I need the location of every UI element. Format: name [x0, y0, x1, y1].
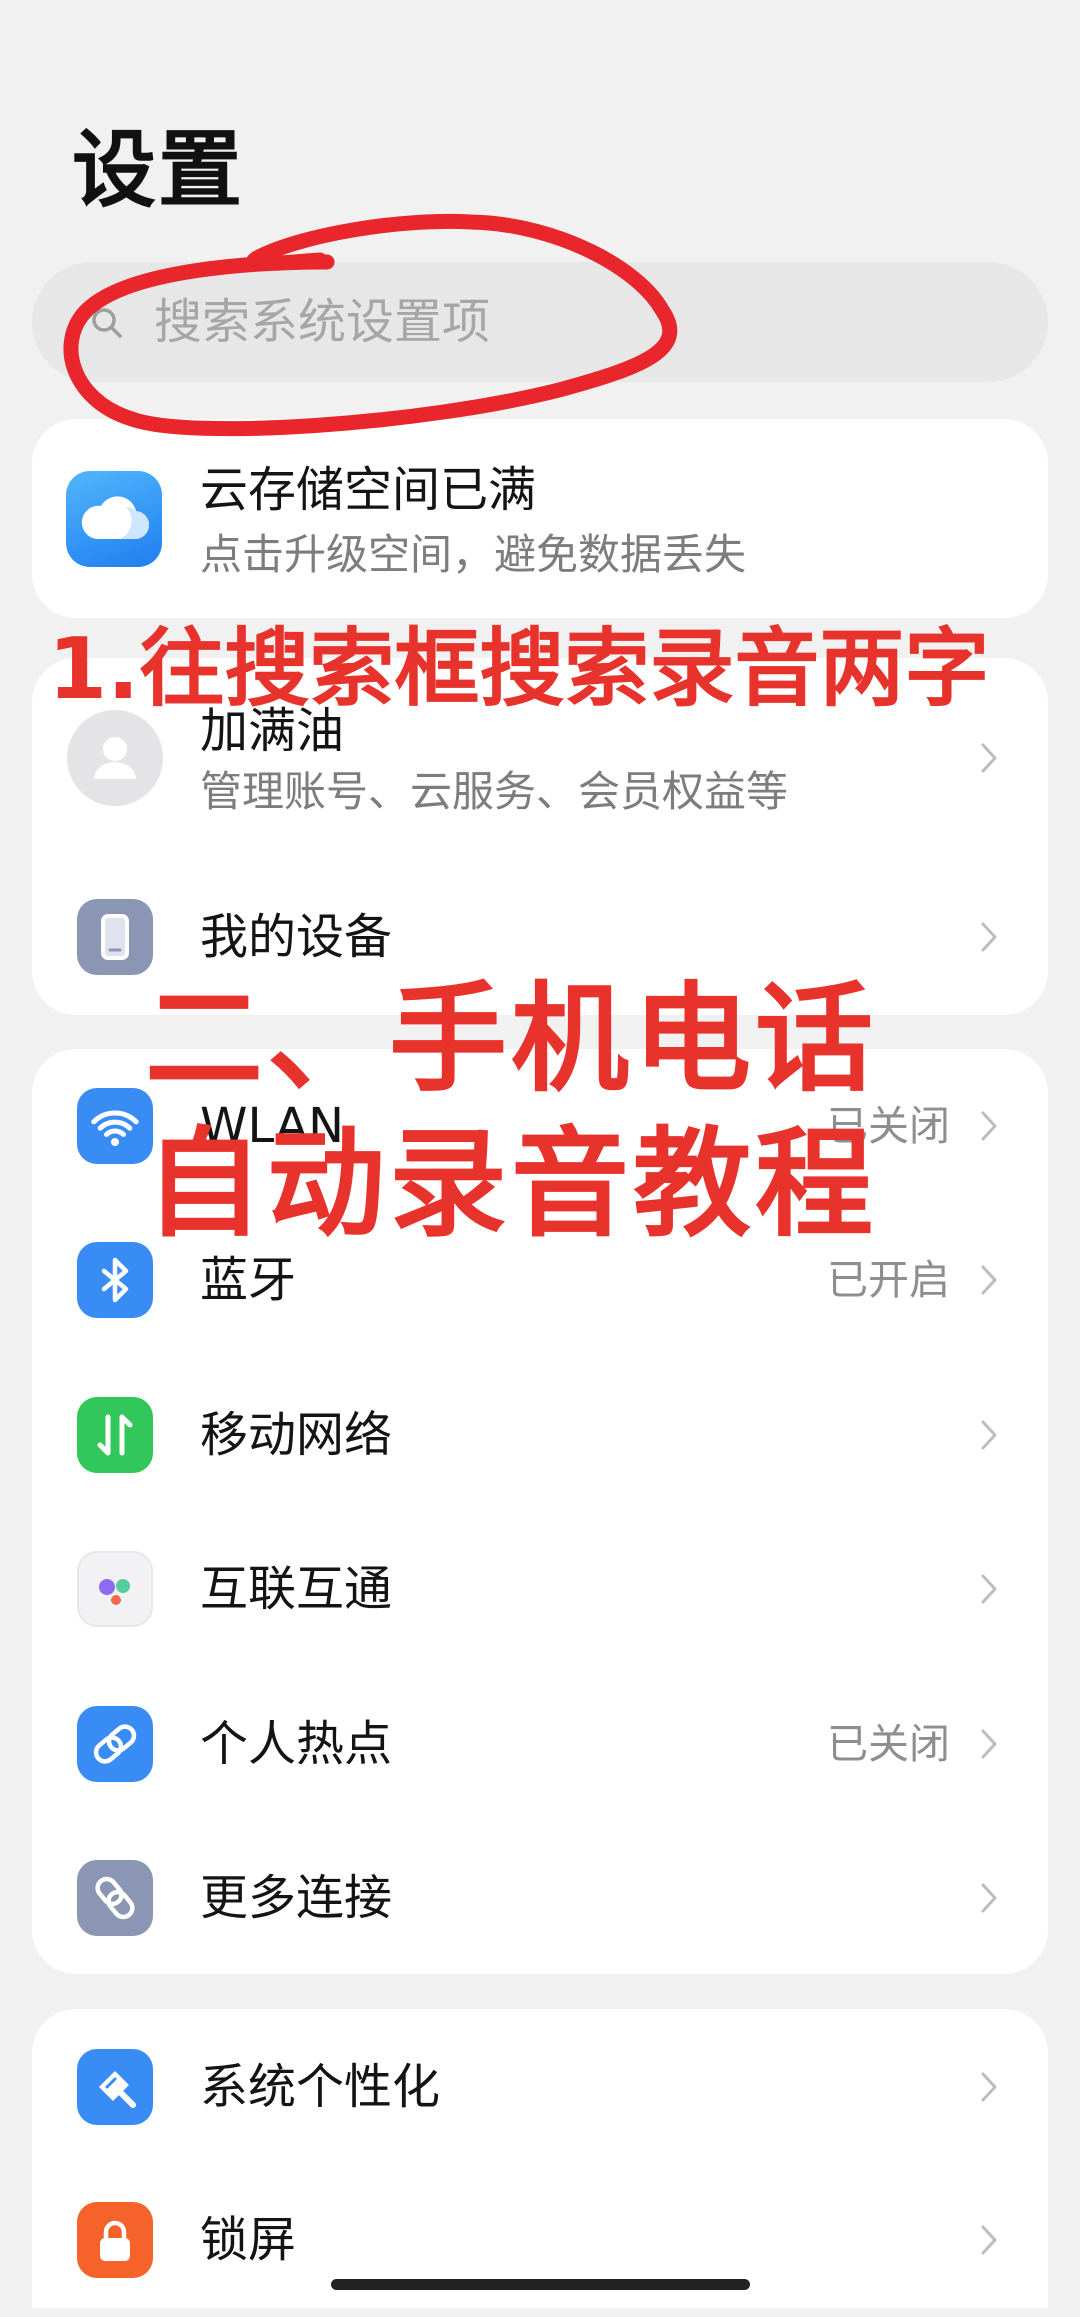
account-card: 加满油 管理账号、云服务、会员权益等 我的设备 — [32, 658, 1048, 1015]
settings-item-label: 蓝牙 — [200, 1252, 297, 1308]
settings-item-hotspot[interactable]: 个人热点 已关闭 — [32, 1667, 1048, 1821]
avatar — [67, 710, 163, 806]
chevron-right-icon — [981, 743, 997, 773]
cloud-icon-graphic — [81, 496, 150, 540]
chevron-right-icon — [981, 1574, 997, 1604]
settings-item-label: 系统个性化 — [200, 2059, 441, 2115]
more-connections-icon — [77, 1860, 153, 1936]
search-bar[interactable] — [32, 262, 1048, 382]
status-text: 已关闭 — [827, 1720, 950, 1768]
chevron-right-icon — [981, 2225, 997, 2255]
settings-item-personalization[interactable]: 系统个性化 — [32, 2010, 1048, 2164]
lock-icon-graphic — [100, 2220, 130, 2261]
avatar-icon — [94, 737, 136, 779]
settings-item-label: WLAN — [200, 1098, 345, 1154]
search-input[interactable] — [154, 262, 974, 382]
cloud-banner-title: 云存储空间已满 — [200, 462, 537, 518]
cloud-banner-subtitle: 点击升级空间，避免数据丢失 — [200, 530, 747, 579]
status-text: 已开启 — [827, 1256, 950, 1304]
more-connections-icon-graphic — [95, 1876, 135, 1920]
settings-item-label: 锁屏 — [200, 2212, 297, 2268]
display-card: 系统个性化 锁屏 — [32, 2009, 1048, 2308]
wifi-icon — [77, 1088, 153, 1164]
settings-item-label: 互联互通 — [200, 1561, 393, 1617]
settings-item-interconnect[interactable]: 互联互通 — [32, 1512, 1048, 1666]
account-subtitle: 管理账号、云服务、会员权益等 — [200, 767, 789, 816]
settings-item-more-connections[interactable]: 更多连接 — [32, 1821, 1048, 1975]
chevron-right-icon — [981, 1883, 997, 1913]
phone-icon — [77, 899, 153, 975]
settings-item-label: 更多连接 — [200, 1870, 393, 1926]
wifi-icon-graphic — [91, 1110, 139, 1146]
account-name: 加满油 — [200, 703, 345, 759]
settings-item-my-device[interactable]: 我的设备 — [32, 860, 1048, 1014]
lock-icon — [77, 2202, 153, 2278]
hotspot-icon — [77, 1706, 153, 1782]
account-row[interactable]: 加满油 管理账号、云服务、会员权益等 — [32, 658, 1048, 858]
settings-item-lock-screen[interactable]: 锁屏 — [32, 2163, 1048, 2317]
settings-item-wlan[interactable]: WLAN 已关闭 — [32, 1049, 1048, 1203]
settings-item-label: 我的设备 — [200, 909, 393, 965]
personalization-icon — [77, 2049, 153, 2125]
chevron-right-icon — [981, 1420, 997, 1450]
cloud-icon — [66, 471, 162, 567]
cloud-storage-banner[interactable]: 云存储空间已满 点击升级空间，避免数据丢失 — [32, 419, 1048, 618]
page-title: 设置 — [72, 121, 245, 219]
hotspot-icon-graphic — [93, 1724, 137, 1764]
home-indicator[interactable] — [331, 2279, 750, 2290]
chevron-right-icon — [981, 1265, 997, 1295]
mobile-data-icon — [77, 1397, 153, 1473]
phone-icon-graphic — [101, 914, 129, 960]
chevron-right-icon — [981, 1111, 997, 1141]
settings-item-label: 移动网络 — [200, 1407, 393, 1463]
mobile-data-icon-graphic — [97, 1414, 133, 1456]
interconnect-icon — [77, 1551, 153, 1627]
chevron-right-icon — [981, 1729, 997, 1759]
search-icon — [92, 308, 122, 338]
bluetooth-icon — [77, 1242, 153, 1318]
chevron-right-icon — [981, 922, 997, 952]
connectivity-card: WLAN 已关闭 蓝牙 已开启 移动网络 互联互通 个人热点 已关闭 更多连接 — [32, 1049, 1048, 1974]
interconnect-icon-graphic — [99, 1579, 130, 1605]
settings-item-mobile-network[interactable]: 移动网络 — [32, 1358, 1048, 1512]
chevron-right-icon — [981, 2072, 997, 2102]
status-text: 已关闭 — [827, 1102, 950, 1150]
settings-item-bluetooth[interactable]: 蓝牙 已开启 — [32, 1203, 1048, 1357]
bluetooth-icon-graphic — [101, 1257, 129, 1303]
personalization-icon-graphic — [99, 2071, 136, 2108]
settings-item-label: 个人热点 — [200, 1716, 393, 1772]
